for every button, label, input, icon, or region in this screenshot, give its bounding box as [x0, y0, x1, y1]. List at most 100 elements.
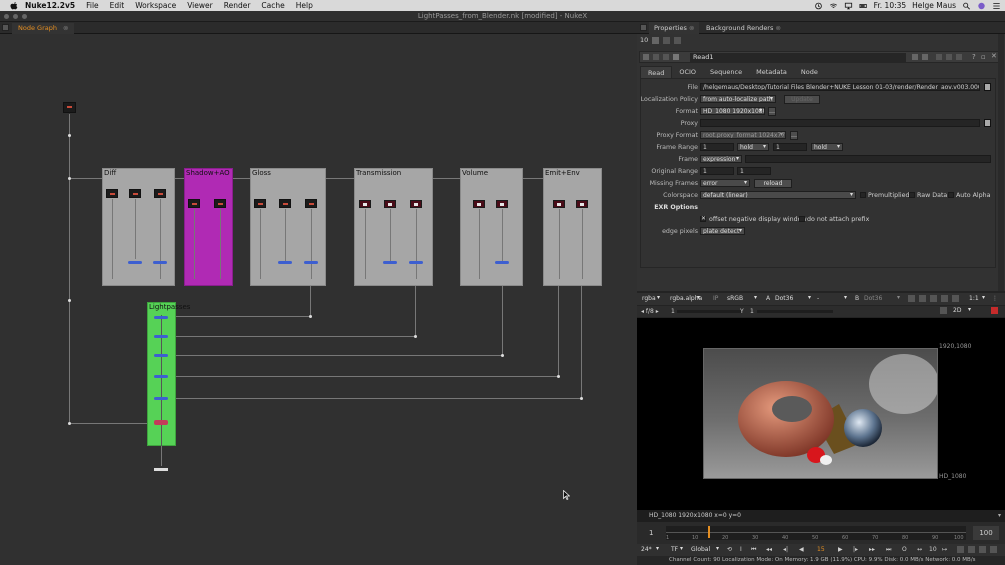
auto-alpha-checkbox[interactable] — [948, 192, 954, 198]
tab-background-renders[interactable]: Background Renders ⊗ — [701, 22, 786, 34]
last-frame-icon[interactable]: ⏭ — [886, 545, 891, 554]
user-name[interactable]: Helge Maus — [912, 1, 956, 10]
dot-node[interactable] — [68, 177, 71, 180]
pen-icon[interactable] — [991, 307, 998, 314]
airplay-icon[interactable] — [844, 2, 853, 10]
play-forward-icon[interactable]: ▶ — [838, 545, 843, 554]
clock[interactable]: Fr. 10:35 — [874, 1, 907, 10]
battery-icon[interactable] — [859, 2, 868, 10]
lock-icon[interactable] — [652, 36, 660, 44]
close-icon[interactable]: ✕ — [991, 52, 997, 60]
original-range-end[interactable]: 1 — [737, 167, 771, 175]
merge-node[interactable] — [278, 261, 292, 264]
redo-icon[interactable] — [922, 54, 928, 60]
apple-logo-icon[interactable] — [9, 1, 19, 10]
view-mode-dropdown[interactable]: 2D — [951, 307, 973, 315]
app-menu[interactable]: Nuke12.2v5 — [25, 1, 75, 10]
node-color-icon[interactable] — [673, 54, 679, 60]
region-icon[interactable] — [930, 295, 937, 302]
revert-icon[interactable] — [936, 54, 942, 60]
tab-node[interactable]: Node — [794, 66, 825, 78]
out-point-icon[interactable]: O — [902, 545, 907, 554]
collapse-icon[interactable] — [643, 54, 649, 60]
time-machine-icon[interactable] — [814, 2, 823, 10]
file-field[interactable]: /helgemaus/Desktop/Tutorial Files Blende… — [700, 83, 980, 91]
close-window-button[interactable] — [4, 14, 9, 19]
range-dropdown[interactable]: Global — [689, 546, 721, 554]
close-icon[interactable]: ⊗ — [689, 24, 694, 32]
frame-increment-field[interactable]: 10 — [929, 545, 937, 554]
menu-workspace[interactable]: Workspace — [135, 1, 176, 10]
backdrop-emit-env[interactable]: Emit+Env — [543, 168, 602, 286]
timeline-ruler[interactable]: 1 10 20 30 40 50 60 70 80 90 100 — [666, 526, 966, 541]
compare-icon[interactable] — [979, 546, 986, 553]
gain-slider[interactable] — [677, 310, 741, 313]
fps-dropdown[interactable]: 24* — [639, 546, 661, 554]
shuffle-node[interactable] — [154, 189, 166, 198]
reload-button[interactable]: reload — [754, 179, 792, 188]
frame-range-end[interactable]: 1 — [773, 143, 807, 151]
proxy-field[interactable] — [700, 119, 980, 127]
panel-menu-icon[interactable] — [2, 24, 9, 31]
merge-node[interactable] — [154, 316, 168, 319]
next-frame-icon[interactable]: |▸ — [853, 545, 858, 554]
alpha-dropdown[interactable]: rgba.alpha — [668, 295, 702, 303]
edge-pixels-dropdown[interactable]: plate detect — [700, 227, 745, 235]
backdrop-transmission[interactable]: Transmission — [354, 168, 433, 286]
merge-node[interactable] — [383, 261, 397, 264]
roi-icon[interactable] — [908, 295, 915, 302]
input-a-dropdown[interactable]: Dot36 — [773, 295, 813, 303]
after-dropdown[interactable]: hold — [811, 143, 843, 151]
shuffle-node[interactable] — [254, 199, 266, 208]
merge-node[interactable] — [409, 261, 423, 264]
dot-node[interactable] — [68, 422, 71, 425]
close-icon[interactable]: ⊗ — [63, 24, 68, 32]
fstop-value[interactable]: f/8 — [646, 308, 654, 315]
prev-frame-icon[interactable]: ◂| — [783, 545, 788, 554]
shuffle-node[interactable] — [496, 200, 508, 208]
monitor-out-icon[interactable] — [957, 546, 964, 553]
ip-icon[interactable]: IP — [713, 295, 718, 303]
minimize-window-button[interactable] — [13, 14, 18, 19]
menu-render[interactable]: Render — [224, 1, 251, 10]
gamma-field[interactable]: 1 — [750, 307, 754, 316]
shuffle-node[interactable] — [553, 200, 565, 208]
spotlight-search-icon[interactable] — [962, 2, 971, 10]
missing-frames-dropdown[interactable]: error — [700, 179, 750, 187]
format-dropdown[interactable]: HD_1080 1920x1080 — [700, 107, 765, 115]
menu-cache[interactable]: Cache — [261, 1, 284, 10]
wifi-icon[interactable] — [829, 2, 838, 10]
merge-node[interactable] — [154, 354, 168, 357]
original-range-start[interactable]: 1 — [700, 167, 734, 175]
proxy-format-edit-button[interactable]: … — [790, 131, 798, 140]
zoom-window-button[interactable] — [22, 14, 27, 19]
merge-node[interactable] — [154, 335, 168, 338]
menu-file[interactable]: File — [86, 1, 99, 10]
shuffle-node[interactable] — [410, 200, 422, 208]
backdrop-lightpasses[interactable]: Lightpasses — [147, 302, 190, 450]
merge-node[interactable] — [154, 375, 168, 378]
shuffle-node[interactable] — [214, 199, 226, 208]
proxy-icon[interactable] — [919, 295, 926, 302]
dot-node[interactable] — [68, 299, 71, 302]
undo-icon[interactable] — [912, 54, 918, 60]
premultiplied-checkbox[interactable] — [860, 192, 866, 198]
help-icon[interactable]: ? — [972, 53, 976, 61]
float-icon[interactable] — [663, 36, 671, 44]
frame-mode-dropdown[interactable]: expression — [700, 155, 742, 163]
tab-ocio[interactable]: OCIO — [672, 66, 703, 78]
colorspace-dropdown[interactable]: default (linear) — [700, 191, 856, 199]
first-frame-icon[interactable]: ⏮ — [751, 545, 756, 554]
tab-sequence[interactable]: Sequence — [703, 66, 749, 78]
raw-data-checkbox[interactable] — [909, 192, 915, 198]
expand-icon[interactable]: ▾ — [998, 510, 1001, 522]
proxy-format-dropdown[interactable]: root.proxy_format 1024x778 — [700, 131, 786, 139]
refresh-icon[interactable] — [941, 295, 948, 302]
zoom-dropdown[interactable]: 1:1 — [967, 295, 987, 303]
current-frame-field[interactable]: 15 — [817, 545, 825, 554]
localization-dropdown[interactable]: from auto-localize path — [700, 95, 776, 103]
backdrop-shadow-ao[interactable]: Shadow+AO — [184, 168, 233, 286]
shuffle-node[interactable] — [106, 189, 118, 198]
backdrop-diff[interactable]: Diff — [102, 168, 175, 286]
pause-icon[interactable] — [952, 295, 959, 302]
